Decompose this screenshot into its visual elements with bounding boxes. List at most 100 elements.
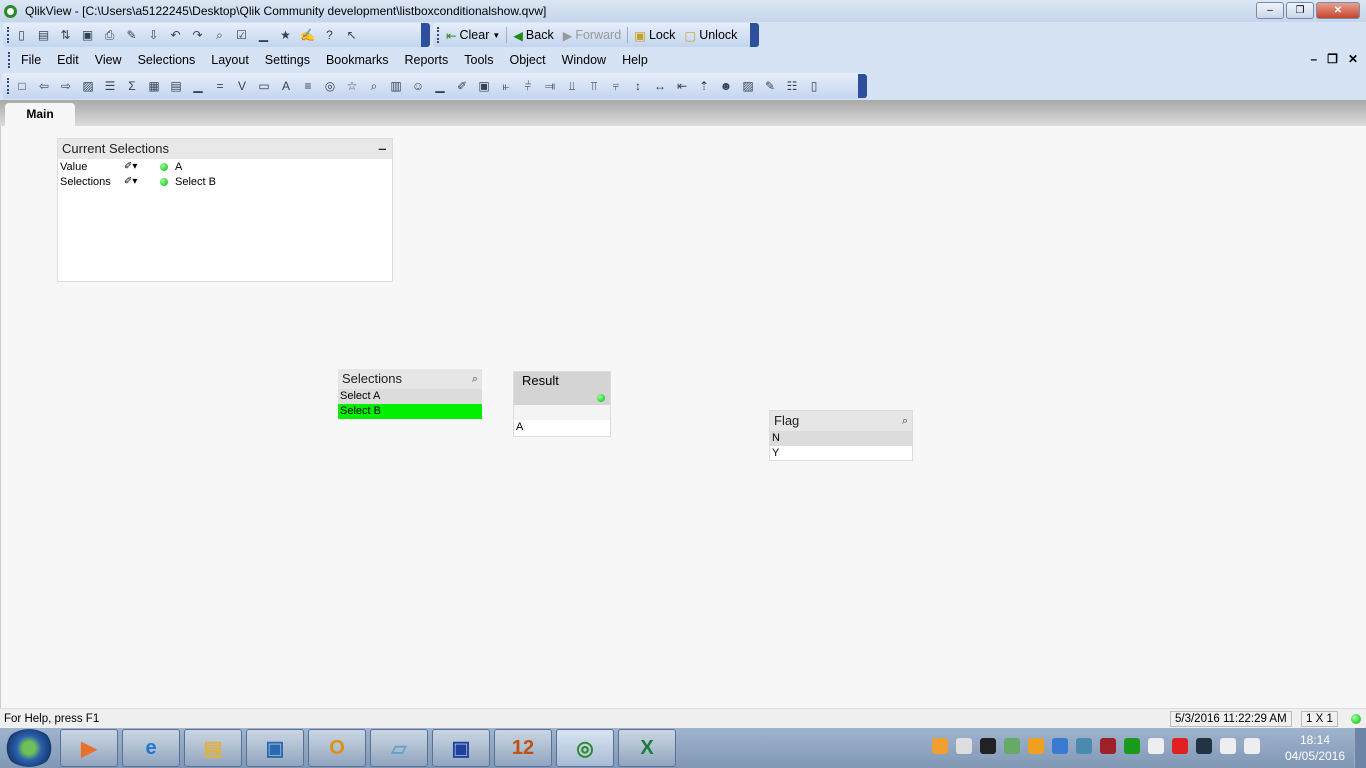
listbox-icon[interactable]: ☰ — [101, 78, 119, 95]
reload-icon[interactable]: ⇅ — [57, 27, 74, 44]
chart-wizard-icon[interactable]: ▁ — [255, 27, 272, 44]
minimize-object-icon[interactable]: ‒ — [379, 139, 386, 159]
new-icon[interactable]: ▯ — [13, 27, 30, 44]
taskbar-file-explorer-button[interactable]: ▤ — [184, 729, 242, 767]
statistics-box-icon[interactable]: Σ — [123, 78, 141, 95]
chart-icon[interactable]: ▁ — [189, 78, 207, 95]
menu-view[interactable]: View — [87, 53, 130, 67]
menu-reports[interactable]: Reports — [397, 53, 457, 67]
notes-icon[interactable]: ✍ — [299, 27, 316, 44]
edit-script-icon[interactable]: ✎ — [123, 27, 140, 44]
connect-icon[interactable]: ☷ — [783, 78, 801, 95]
forward-button[interactable]: ▶ Forward — [560, 28, 624, 43]
undo-icon[interactable]: ↶ — [167, 27, 184, 44]
context-help-icon[interactable]: ↖ — [343, 27, 360, 44]
menu-layout[interactable]: Layout — [203, 53, 257, 67]
current-selections-box[interactable]: Current Selections ‒ Value ✐▾ A Selectio… — [57, 138, 393, 282]
save-icon[interactable]: ▣ — [79, 27, 96, 44]
align-top-icon[interactable]: ⫧ — [607, 78, 625, 95]
input-box-icon[interactable]: = — [211, 78, 229, 95]
taskbar-remote-desktop-button[interactable]: ▣ — [246, 729, 304, 767]
sync-tray-icon[interactable] — [1124, 738, 1140, 754]
tg-tray-icon[interactable] — [956, 738, 972, 754]
space-horizontal-icon[interactable]: ↔ — [651, 78, 669, 95]
browser-tray-icon[interactable] — [1076, 738, 1092, 754]
bookmark-star-icon[interactable]: ★ — [277, 27, 294, 44]
back-button[interactable]: ◀ Back — [510, 28, 556, 43]
slider-icon[interactable]: ◎ — [321, 78, 339, 95]
update-alert-tray-icon[interactable] — [932, 738, 948, 754]
taskbar-excel-button[interactable]: X — [618, 729, 676, 767]
toolbar-overflow-button[interactable] — [750, 23, 759, 47]
user-icon[interactable]: ☻ — [717, 78, 735, 95]
search-object-icon[interactable]: ⌕ — [365, 78, 383, 95]
sheet-properties-icon[interactable]: ▨ — [79, 78, 97, 95]
oracle-tray-icon[interactable] — [1172, 738, 1188, 754]
menu-help[interactable]: Help — [614, 53, 656, 67]
search-icon[interactable]: ⌕ — [211, 27, 228, 44]
quick-chart-icon[interactable]: ▁ — [431, 78, 449, 95]
eraser-dropdown-icon[interactable]: ✐▾ — [124, 176, 160, 187]
menu-selections[interactable]: Selections — [130, 53, 204, 67]
listbox-item-selected[interactable]: Select B — [338, 404, 482, 419]
listbox-item[interactable]: Select A — [338, 389, 482, 404]
align-right-icon[interactable]: ⫥ — [541, 78, 559, 95]
menu-object[interactable]: Object — [501, 53, 553, 67]
listbox-item[interactable]: Y — [770, 446, 912, 461]
taskbar-media-player-button[interactable]: ▶ — [60, 729, 118, 767]
table-row[interactable]: A — [514, 420, 610, 435]
multibox-icon[interactable]: ▦ — [145, 78, 163, 95]
menu-settings[interactable]: Settings — [257, 53, 318, 67]
mcafee-tray-icon[interactable] — [1100, 738, 1116, 754]
search-icon[interactable]: ⌕ — [902, 411, 908, 431]
print-icon[interactable]: ⎙ — [101, 27, 118, 44]
exchange-tray-icon[interactable] — [1052, 738, 1068, 754]
taskbar-calendar-button[interactable]: 12 — [494, 729, 552, 767]
custom-object-icon[interactable]: ☺ — [409, 78, 427, 95]
current-selections-icon[interactable]: V — [233, 78, 251, 95]
taskbar-internet-explorer-button[interactable]: e — [122, 729, 180, 767]
table-box-icon[interactable]: ▤ — [167, 78, 185, 95]
align-middle-icon[interactable]: ⫪ — [585, 78, 603, 95]
menu-bookmarks[interactable]: Bookmarks — [318, 53, 397, 67]
button-icon[interactable]: ▭ — [255, 78, 273, 95]
menu-file[interactable]: File — [13, 53, 49, 67]
menu-edit[interactable]: Edit — [49, 53, 87, 67]
doc-minimize-button[interactable]: – — [1310, 52, 1317, 66]
close-button[interactable]: ✕ — [1316, 2, 1360, 19]
eraser-dropdown-icon[interactable]: ✐▾ — [124, 161, 160, 172]
network-tray-icon[interactable] — [1148, 738, 1164, 754]
distribute-up-icon[interactable]: ⇡ — [695, 78, 713, 95]
redo-icon[interactable]: ↷ — [189, 27, 206, 44]
format-painter-icon[interactable]: ✐ — [453, 78, 471, 95]
display-tray-icon[interactable] — [1196, 738, 1212, 754]
new-sheet-icon[interactable]: □ — [13, 78, 31, 95]
grid-icon[interactable]: ▣ — [475, 78, 493, 95]
taskbar-outlook-button[interactable]: O — [308, 729, 366, 767]
menu-tools[interactable]: Tools — [456, 53, 501, 67]
expressions-icon[interactable]: ▨ — [739, 78, 757, 95]
doc-close-button[interactable]: ✕ — [1348, 52, 1358, 66]
reload-data-icon[interactable]: ⇩ — [145, 27, 162, 44]
volume-tray-icon[interactable] — [1244, 738, 1260, 754]
toolbar-overflow-button[interactable] — [858, 74, 867, 98]
maximize-button[interactable]: ❐ — [1286, 2, 1314, 19]
pirate-tray-icon[interactable] — [980, 738, 996, 754]
show-desktop-button[interactable] — [1354, 728, 1366, 768]
edit-module-icon[interactable]: ✎ — [761, 78, 779, 95]
line-arrow-icon[interactable]: ≡ — [299, 78, 317, 95]
demote-sheet-icon[interactable]: ⇨ — [57, 78, 75, 95]
power-tray-icon[interactable] — [1220, 738, 1236, 754]
media-tray-icon[interactable] — [1004, 738, 1020, 754]
menu-grip[interactable] — [8, 52, 11, 68]
toolbar-overflow-button[interactable] — [421, 23, 430, 47]
align-bottom-icon[interactable]: ⫫ — [563, 78, 581, 95]
tab-main[interactable]: Main — [5, 103, 75, 126]
open-icon[interactable]: ▤ — [35, 27, 52, 44]
promote-sheet-icon[interactable]: ⇦ — [35, 78, 53, 95]
menu-window[interactable]: Window — [554, 53, 614, 67]
container-icon[interactable]: ▥ — [387, 78, 405, 95]
distribute-left-icon[interactable]: ⇤ — [673, 78, 691, 95]
taskbar-qlikview-button[interactable]: ◎ — [556, 729, 614, 767]
text-object-icon[interactable]: A — [277, 78, 295, 95]
